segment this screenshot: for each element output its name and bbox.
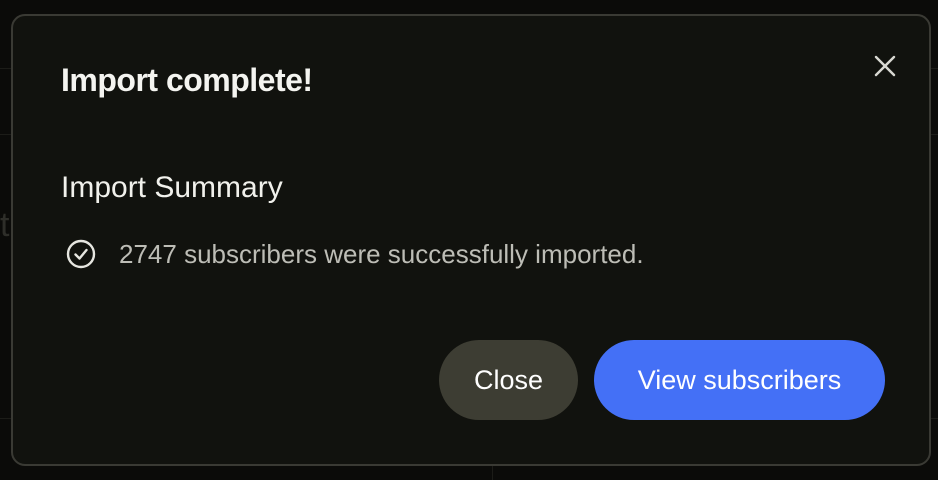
- import-complete-dialog: Import complete! Import Summary 2747 sub…: [11, 14, 931, 466]
- close-icon[interactable]: [871, 52, 899, 80]
- import-summary-heading: Import Summary: [61, 171, 283, 204]
- close-button[interactable]: Close: [439, 340, 578, 420]
- summary-message: 2747 subscribers were successfully impor…: [119, 238, 644, 269]
- check-circle-icon: [65, 238, 97, 270]
- dialog-title: Import complete!: [61, 62, 313, 98]
- summary-row: 2747 subscribers were successfully impor…: [65, 238, 644, 270]
- view-subscribers-button[interactable]: View subscribers: [594, 340, 885, 420]
- backdrop-glyph: t: [0, 206, 10, 244]
